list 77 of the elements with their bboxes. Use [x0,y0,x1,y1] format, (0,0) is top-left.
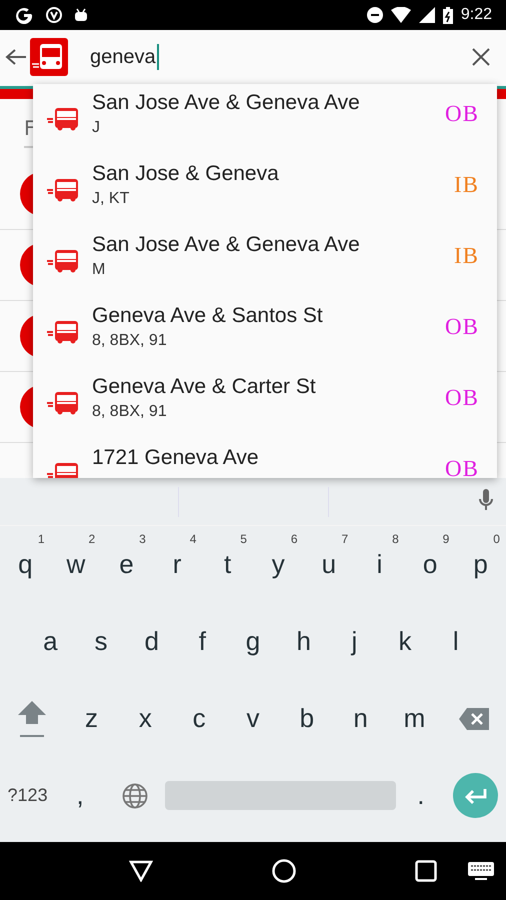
close-icon[interactable] [472,48,490,66]
direction-tag: IB [454,172,479,198]
bus-icon [47,107,79,131]
keyboard-key[interactable]: r 4 [152,526,202,603]
globe-icon[interactable] [122,782,148,808]
stop-name: San Jose Ave & Geneva Ave [92,90,361,116]
bus-icon [47,391,79,415]
keyboard-key[interactable]: f [177,603,228,680]
shield-icon [46,6,62,24]
keyboard-key[interactable]: . [396,757,446,834]
wifi-icon [390,7,411,23]
keyboard-key[interactable]: t 5 [202,526,253,603]
suggestion-item[interactable]: San Jose Ave & Geneva Ave J OB [33,84,497,155]
keyboard-key[interactable]: z [64,680,118,757]
back-arrow-icon[interactable] [5,48,27,66]
keyboard-key[interactable]: u 7 [304,526,354,603]
suggestion-item[interactable]: Geneva Ave & Santos St 8, 8BX, 91 OB [33,297,497,368]
direction-tag: IB [454,243,479,269]
suggestion-item[interactable]: San Jose Ave & Geneva Ave M IB [33,226,497,297]
direction-tag: OB [445,385,479,411]
recents-icon[interactable] [414,860,437,882]
keyboard-key[interactable]: o 9 [404,526,456,603]
keyboard-key[interactable]: h [278,603,330,680]
keyboard-key[interactable]: p 0 [455,526,506,603]
route-list: J [92,117,446,139]
route-list: 8, 8BX, 91 [92,401,446,423]
bus-logo-icon [30,38,68,76]
keyboard-key[interactable]: v [226,680,280,757]
back-icon[interactable] [129,860,154,882]
direction-tag: OB [445,456,479,478]
suggestion-item[interactable]: Geneva Ave & Carter St 8, 8BX, 91 OB [33,368,497,439]
keyboard-key[interactable]: a [25,603,76,680]
route-list: 8, 8BX, 91 [92,330,446,352]
stop-name: Geneva Ave & Carter St [92,374,317,400]
route-list: J, KT [92,188,454,210]
keyboard-key[interactable]: e 3 [101,526,152,603]
keyboard-key[interactable]: c [172,680,226,757]
shift-icon[interactable] [17,698,48,738]
signal-icon [418,7,435,23]
direction-tag: OB [445,314,479,340]
keyboard-key[interactable]: l [430,603,482,680]
bus-icon [47,249,79,273]
keyboard-key[interactable]: i 8 [354,526,405,603]
keyboard-key[interactable]: m [388,680,442,757]
google-icon [14,5,34,25]
route-list: M [92,259,454,281]
keyboard-key[interactable]: y 6 [252,526,304,603]
microphone-icon[interactable] [478,489,494,513]
keyboard-key[interactable]: g [228,603,278,680]
keyboard-key[interactable]: , [55,757,106,834]
clock-time: 9:22 [460,6,492,24]
keyboard-key[interactable]: n [334,680,388,757]
symbols-key[interactable]: ?123 [0,757,56,834]
search-field[interactable]: geneva [90,44,472,70]
stop-name: 1721 Geneva Ave [92,445,260,471]
keyboard-key[interactable]: w 2 [50,526,102,603]
enter-icon [464,788,488,804]
stop-name: San Jose Ave & Geneva Ave [92,232,361,258]
home-icon[interactable] [272,859,296,883]
suggestion-item[interactable]: San Jose & Geneva J, KT IB [33,155,497,226]
keyboard-key[interactable]: k [380,603,430,680]
keyboard-key[interactable]: d [126,603,178,680]
do-not-disturb-icon [366,7,383,23]
keyboard-key[interactable]: s [76,603,126,680]
android-icon [74,8,88,22]
bus-icon [47,178,79,202]
keyboard-icon[interactable] [468,862,494,880]
battery-icon [442,6,453,24]
keyboard-key[interactable]: j [329,603,380,680]
keyboard-key[interactable]: q 1 [0,526,51,603]
stop-name: Geneva Ave & Santos St [92,303,324,329]
stop-name: San Jose & Geneva [92,161,280,187]
bus-icon [47,320,79,344]
direction-tag: OB [445,101,479,127]
keyboard-key[interactable]: x [118,680,172,757]
backspace-icon[interactable] [458,708,489,730]
keyboard-key[interactable]: b [280,680,334,757]
